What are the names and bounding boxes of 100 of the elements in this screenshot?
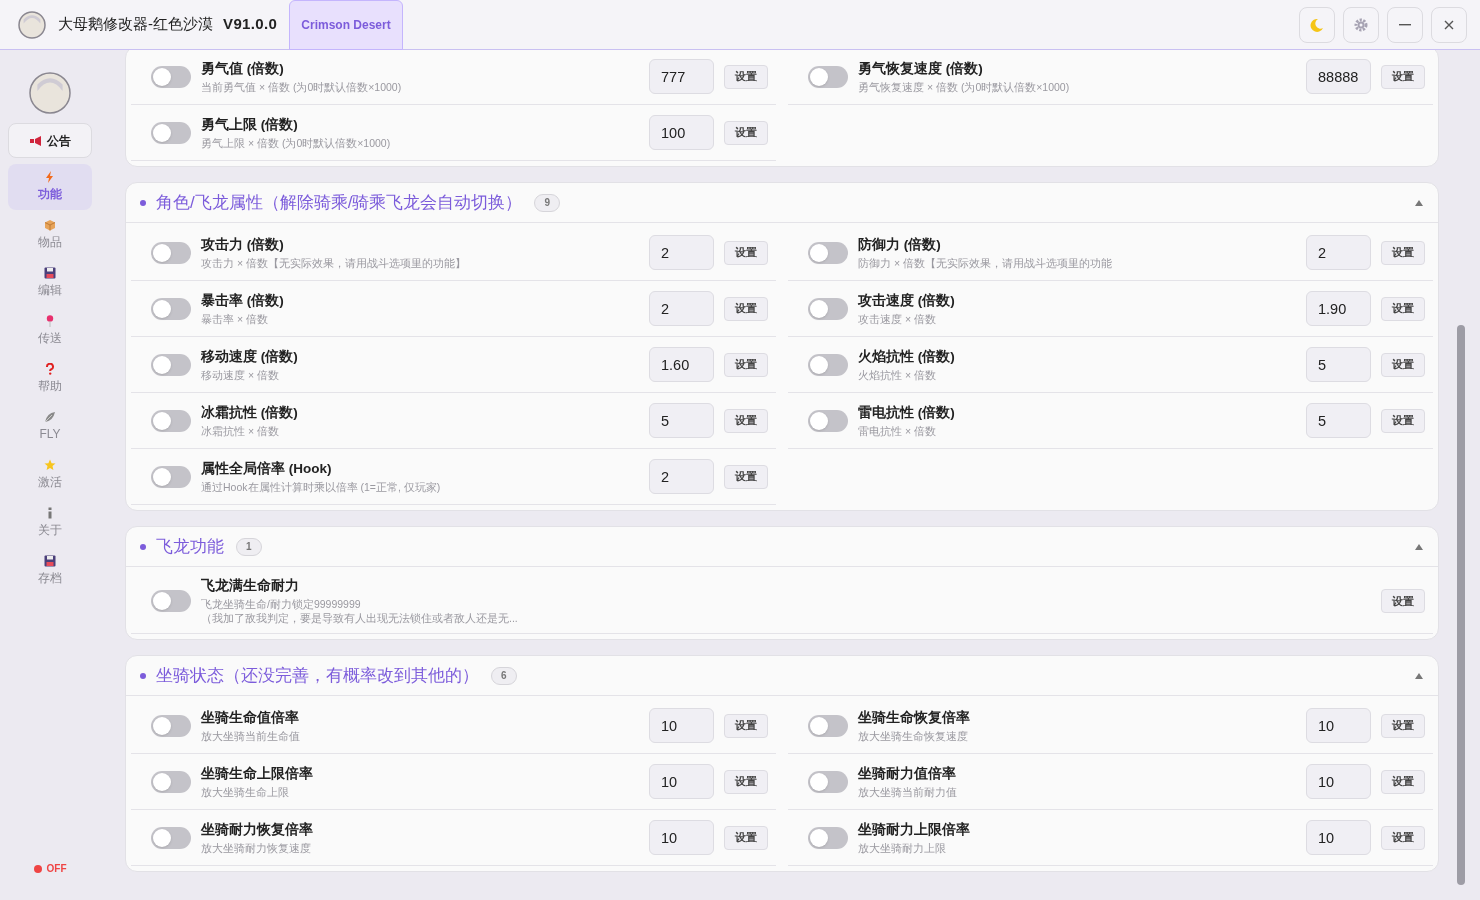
caret-icon[interactable]	[1414, 671, 1424, 680]
star-icon	[44, 459, 56, 471]
value-field[interactable]: 2	[649, 459, 714, 494]
value-field[interactable]: 1.90	[1306, 291, 1371, 326]
set-button[interactable]: 设置	[724, 240, 768, 265]
option-description: 放大坐骑生命上限	[201, 784, 290, 799]
toggle-switch[interactable]	[808, 714, 848, 737]
caret-icon[interactable]	[1414, 198, 1424, 207]
toggle-switch[interactable]	[808, 770, 848, 793]
option-title: 勇气上限 (倍数)	[201, 115, 299, 134]
count-badge: 6	[491, 666, 517, 685]
option-title: 勇气恢复速度 (倍数)	[858, 59, 984, 78]
settings-button[interactable]	[1343, 6, 1379, 43]
set-button[interactable]: 设置	[1381, 589, 1425, 613]
toggle-switch[interactable]	[151, 297, 191, 320]
set-button[interactable]: 设置	[1381, 825, 1425, 850]
toggle-switch[interactable]	[151, 241, 191, 264]
value-field[interactable]: 10	[649, 764, 714, 799]
set-button[interactable]: 设置	[1381, 408, 1425, 433]
toggle-switch[interactable]	[151, 465, 191, 488]
set-button[interactable]: 设置	[1381, 769, 1425, 794]
set-button[interactable]: 设置	[1381, 713, 1425, 738]
set-button[interactable]: 设置	[724, 464, 768, 489]
toggle-switch[interactable]	[151, 121, 191, 144]
option-title: 坐骑生命值倍率	[201, 708, 300, 727]
minimize-button[interactable]	[1387, 6, 1423, 43]
set-button[interactable]: 设置	[724, 120, 768, 145]
theme-button[interactable]	[1299, 6, 1335, 43]
box-icon	[44, 219, 56, 231]
avatar-icon	[29, 72, 71, 114]
value-field[interactable]: 5	[1306, 403, 1371, 438]
toggle-switch[interactable]	[151, 826, 191, 849]
value-field[interactable]: 5	[1306, 347, 1371, 382]
value-field[interactable]: 88888	[1306, 59, 1371, 94]
toggle-switch[interactable]	[808, 353, 848, 376]
section-title: 飞龙功能	[156, 535, 224, 558]
close-button[interactable]	[1431, 6, 1467, 43]
scrollbar-thumb[interactable]	[1457, 325, 1465, 885]
option-title: 勇气值 (倍数)	[201, 59, 285, 78]
set-button[interactable]: 设置	[724, 769, 768, 794]
option-description: 放大坐骑当前耐力值	[858, 784, 958, 799]
set-button[interactable]: 设置	[724, 352, 768, 377]
toggle-switch[interactable]	[808, 65, 848, 88]
option-title: 火焰抗性 (倍数)	[858, 347, 956, 366]
count-badge: 9	[534, 193, 560, 212]
value-field[interactable]: 2	[1306, 235, 1371, 270]
value-field[interactable]: 10	[1306, 708, 1371, 743]
value-field[interactable]: 5	[649, 403, 714, 438]
toggle-switch[interactable]	[151, 590, 191, 612]
set-button[interactable]: 设置	[724, 825, 768, 850]
game-tab[interactable]: Crimson Desert	[289, 0, 403, 50]
option-title: 飞龙满生命耐力	[201, 577, 300, 595]
option-description: 放大坐骑当前生命值	[201, 728, 301, 743]
option-title: 坐骑耐力恢复倍率	[201, 820, 314, 839]
toggle-switch[interactable]	[151, 409, 191, 432]
toggle-switch[interactable]	[808, 409, 848, 432]
set-button[interactable]: 设置	[1381, 64, 1425, 89]
toggle-switch[interactable]	[151, 714, 191, 737]
option-title: 属性全局倍率 (Hook)	[201, 459, 333, 478]
status-label: OFF	[46, 862, 67, 876]
option-title: 冰霜抗性 (倍数)	[201, 403, 299, 422]
count-badge: 1	[236, 537, 262, 556]
set-button[interactable]: 设置	[724, 64, 768, 89]
value-field[interactable]: 100	[649, 115, 714, 150]
set-button[interactable]: 设置	[1381, 352, 1425, 377]
value-field[interactable]: 2	[649, 235, 714, 270]
option-description: 放大坐骑耐力上限	[858, 840, 947, 855]
value-field[interactable]: 777	[649, 59, 714, 94]
toggle-switch[interactable]	[808, 241, 848, 264]
sidebar-item[interactable]: 功能	[8, 164, 92, 210]
option-title: 坐骑耐力值倍率	[858, 764, 957, 783]
option-title: 移动速度 (倍数)	[201, 347, 299, 366]
toggle-switch[interactable]	[151, 353, 191, 376]
set-button[interactable]: 设置	[724, 408, 768, 433]
value-field[interactable]: 10	[1306, 820, 1371, 855]
value-field[interactable]: 2	[649, 291, 714, 326]
settings-icon	[1354, 17, 1368, 32]
megaphone-icon	[29, 135, 42, 146]
toggle-switch[interactable]	[808, 826, 848, 849]
set-button[interactable]: 设置	[724, 296, 768, 321]
option-description: 雷电抗性 × 倍数	[858, 423, 937, 438]
notice-button[interactable]: 公告	[8, 123, 92, 158]
value-field[interactable]: 1.60	[649, 347, 714, 382]
option-title: 攻击力 (倍数)	[201, 235, 285, 254]
pushpin-icon	[44, 315, 56, 327]
toggle-switch[interactable]	[808, 297, 848, 320]
value-field[interactable]: 10	[649, 820, 714, 855]
set-button[interactable]: 设置	[1381, 296, 1425, 321]
version-label: V91.0.0	[223, 14, 278, 35]
set-button[interactable]: 设置	[1381, 240, 1425, 265]
value-field[interactable]: 10	[1306, 764, 1371, 799]
toggle-switch[interactable]	[151, 65, 191, 88]
feather-icon	[44, 411, 56, 423]
option-description: 移动速度 × 倍数	[201, 367, 280, 382]
set-button[interactable]: 设置	[724, 713, 768, 738]
toggle-switch[interactable]	[151, 770, 191, 793]
minimize-icon	[1399, 23, 1411, 26]
question-mark-icon	[44, 363, 56, 375]
caret-icon[interactable]	[1414, 542, 1424, 551]
value-field[interactable]: 10	[649, 708, 714, 743]
